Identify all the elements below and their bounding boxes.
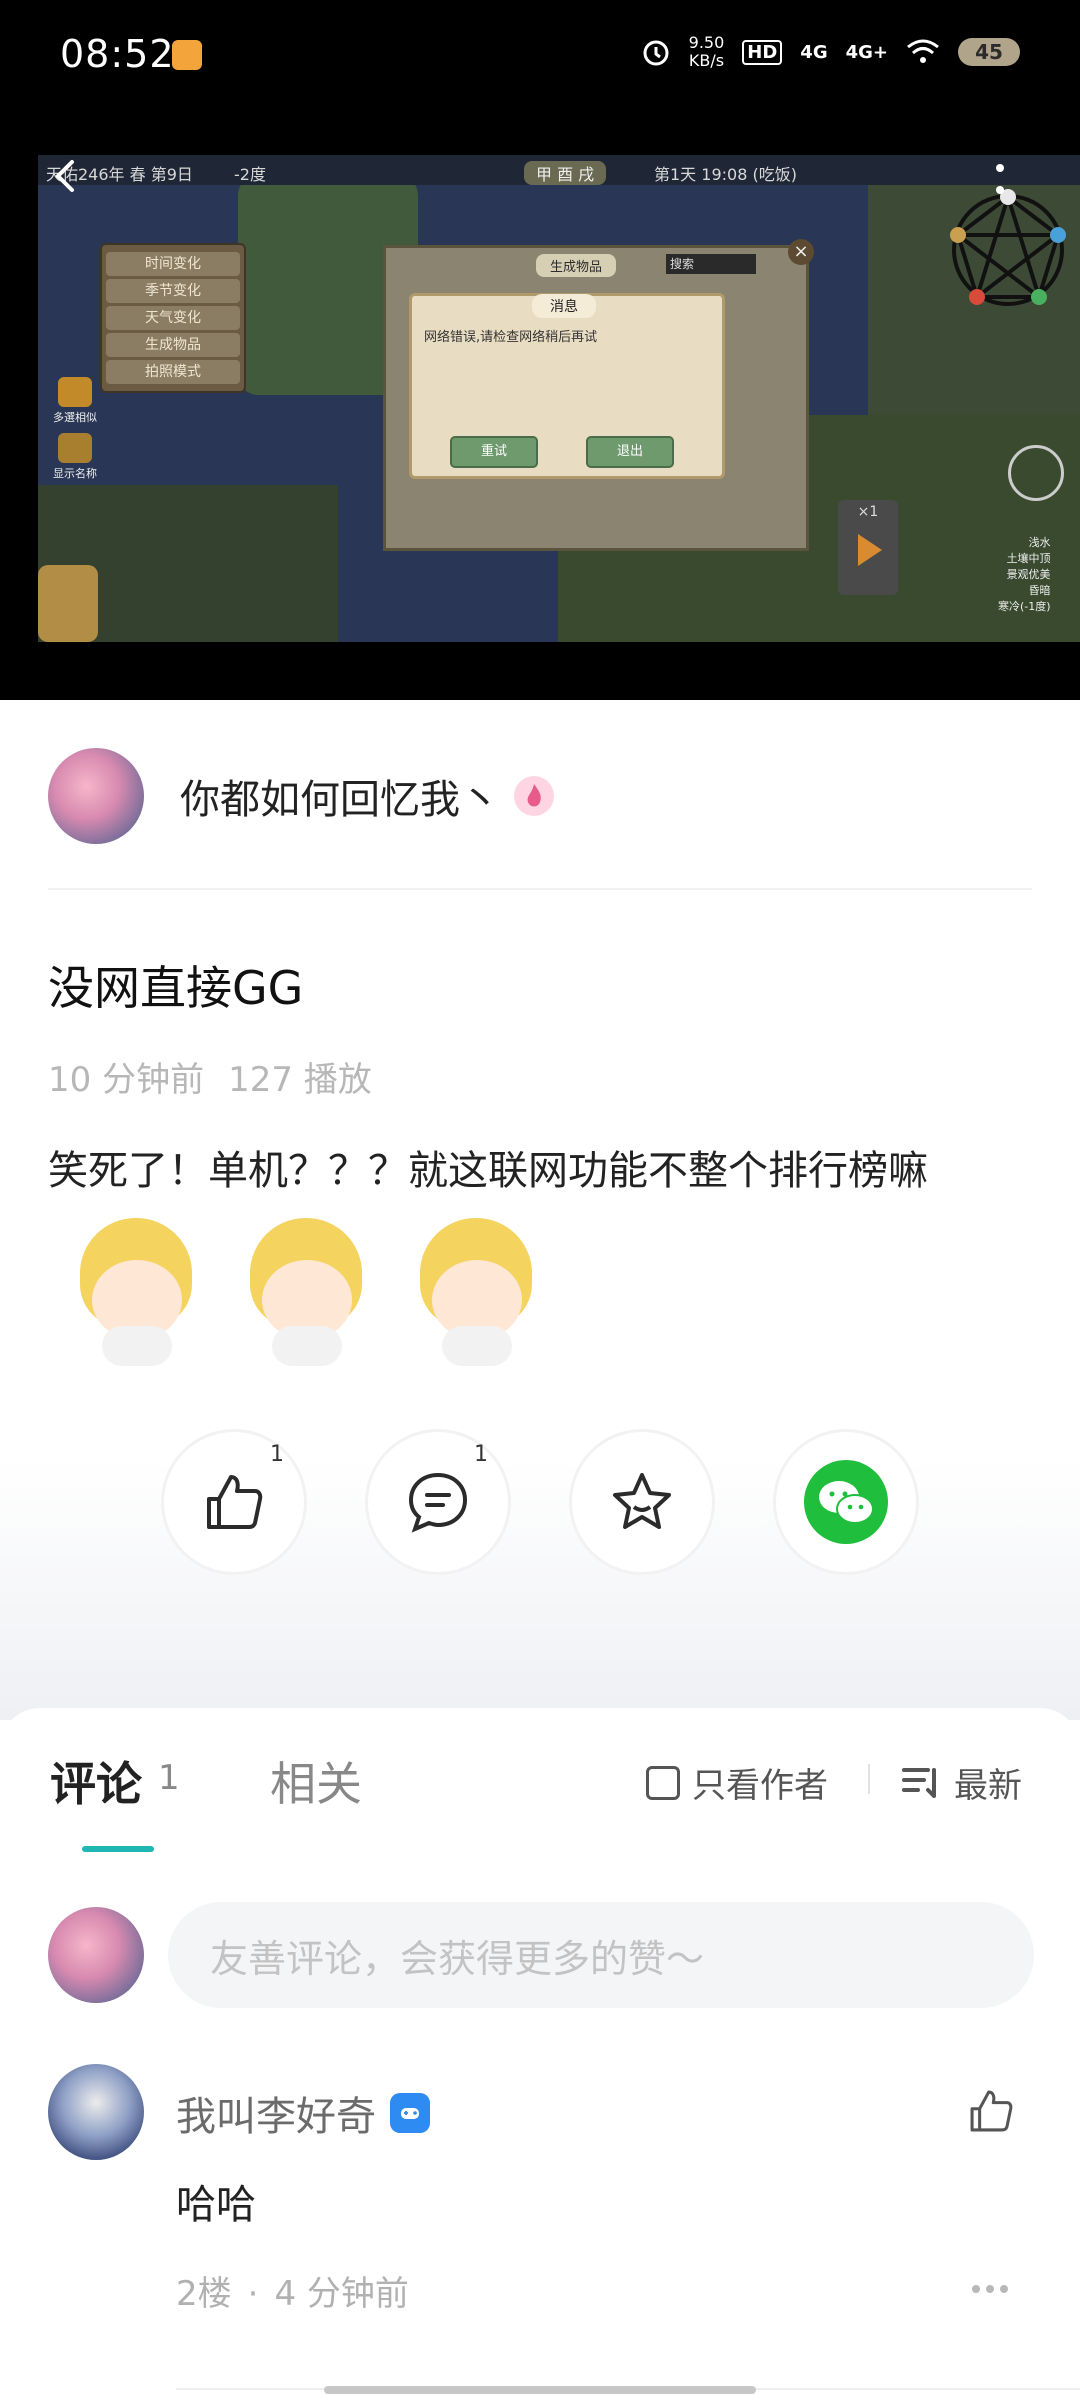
game-screenshot: 天佑246年 春 第9日 -2度 甲 酉 戌 第1天 19:08 (吃饭) 时间… xyxy=(38,155,1080,642)
sort-label: 最新 xyxy=(954,1766,1022,1806)
favorite-button[interactable] xyxy=(572,1432,712,1572)
back-arrow-icon[interactable] xyxy=(48,158,84,194)
app-notification-icon xyxy=(172,40,202,70)
game-temp: -2度 xyxy=(234,165,266,184)
game-menu-item: 天气变化 xyxy=(106,306,240,330)
tab-related[interactable]: 相关 xyxy=(270,1748,362,1814)
game-menu-item: 生成物品 xyxy=(106,333,240,357)
author-name[interactable]: 你都如何回忆我丶 xyxy=(180,767,500,825)
flame-badge-icon xyxy=(514,776,554,816)
game-dialog-message: 网络错误,请检查网络稍后再试 xyxy=(424,330,598,345)
game-dialog: 消息 网络错误,请检查网络稍后再试 重试 退出 xyxy=(409,293,725,479)
game-search: 搜索 xyxy=(666,254,756,274)
divider xyxy=(868,1764,870,1794)
game-exit-button: 退出 xyxy=(586,436,674,468)
gamepad-badge-icon xyxy=(390,2093,430,2133)
game-close-icon: × xyxy=(788,239,814,265)
laughing-sticker-icon xyxy=(392,1208,552,1368)
like-button[interactable]: 1 xyxy=(164,1432,304,1572)
game-top-bar: 天佑246年 春 第9日 -2度 甲 酉 戌 第1天 19:08 (吃饭) xyxy=(38,155,1080,185)
comment-time: 4 分钟前 xyxy=(274,2274,409,2314)
signal-4gplus-icon: 4G+ xyxy=(845,41,888,63)
game-dialog-title: 消息 xyxy=(532,294,596,318)
five-elements-icon xyxy=(950,189,1066,306)
post-author[interactable]: 你都如何回忆我丶 xyxy=(48,748,554,844)
laughing-sticker-icon xyxy=(52,1208,212,1368)
tab-comments[interactable]: 评论 xyxy=(50,1748,142,1814)
comment-text: 哈哈 xyxy=(176,2182,256,2228)
commenter-name: 我叫李好奇 xyxy=(176,2094,376,2140)
divider xyxy=(48,888,1032,890)
my-avatar xyxy=(48,1907,144,2003)
battery-icon: 45 xyxy=(958,38,1020,66)
status-time: 08:52 xyxy=(60,32,175,76)
comment-button[interactable]: 1 xyxy=(368,1432,508,1572)
checkbox-icon xyxy=(646,1765,680,1800)
post-title: 没网直接GG xyxy=(48,961,304,1015)
game-panel-title: 生成物品 xyxy=(536,254,617,277)
alarm-icon xyxy=(643,40,669,66)
home-indicator[interactable] xyxy=(324,2386,756,2394)
post-body: 笑死了！单机？？？就这联网功能不整个排行榜嘛 xyxy=(48,1148,928,1194)
wechat-icon xyxy=(804,1460,888,1544)
status-icons: 9.50 KB/s HD 4G 4G+ 45 xyxy=(641,34,1020,70)
gourd-icon xyxy=(38,565,98,642)
more-options-icon[interactable] xyxy=(996,164,1004,208)
commenter-name-row[interactable]: 我叫李好奇 xyxy=(176,2084,430,2142)
status-bar: 08:52 9.50 KB/s HD 4G 4G+ 45 xyxy=(0,0,1080,150)
net-speed: 9.50 KB/s xyxy=(688,33,725,70)
tab-active-indicator xyxy=(82,1846,154,1852)
game-weather-info: 浅水 土壤中顶 景观优美 昏暗 寒冷(-1度) xyxy=(998,536,1051,613)
game-left-icon: 显示名称 xyxy=(50,433,100,481)
game-panel: 生成物品 搜索 消息 网络错误,请检查网络稍后再试 重试 退出 xyxy=(383,245,809,551)
thumbs-up-icon xyxy=(207,1475,263,1529)
game-menu: 时间变化 季节变化 天气变化 生成物品 拍照模式 xyxy=(100,243,246,393)
action-bar: 1 1 xyxy=(164,1432,916,1572)
comment-more-icon[interactable] xyxy=(972,2278,1014,2297)
laughing-sticker-icon xyxy=(222,1208,382,1368)
video-player[interactable]: 天佑246年 春 第9日 -2度 甲 酉 戌 第1天 19:08 (吃饭) 时间… xyxy=(0,150,1080,700)
signal-4g-icon: 4G xyxy=(800,41,828,63)
game-menu-item: 时间变化 xyxy=(106,252,240,276)
game-left-icon: 多選相似 xyxy=(50,377,100,425)
only-author-label: 只看作者 xyxy=(692,1766,828,1806)
game-tag: 甲 酉 戌 xyxy=(524,161,607,185)
wifi-icon xyxy=(907,39,939,63)
game-menu-item: 季节变化 xyxy=(106,279,240,303)
wechat-share-button[interactable] xyxy=(776,1432,916,1572)
comments-section: 评论 1 相关 只看作者 最新 友善评论，会获得更多的赞～ 我叫李好奇 哈哈 2… xyxy=(0,1708,1080,2400)
post-meta: 10 分钟前 127 播放 xyxy=(48,1052,372,1101)
comment-floor: 2楼 xyxy=(176,2274,232,2314)
comment-icon xyxy=(408,1472,468,1533)
sort-toggle[interactable]: 最新 xyxy=(902,1758,1022,1807)
sticker-row xyxy=(52,1208,552,1368)
comment-input[interactable]: 友善评论，会获得更多的赞～ xyxy=(168,1902,1034,2008)
author-avatar[interactable] xyxy=(48,748,144,844)
only-author-toggle[interactable]: 只看作者 xyxy=(646,1758,828,1807)
game-menu-item: 拍照模式 xyxy=(106,360,240,384)
comment-input-row: 友善评论，会获得更多的赞～ xyxy=(48,1902,1034,2008)
star-icon xyxy=(613,1473,671,1529)
like-count: 1 xyxy=(270,1442,284,1467)
tab-comments-count: 1 xyxy=(158,1758,180,1798)
game-retry-button: 重试 xyxy=(450,436,538,468)
post-plays: 127 播放 xyxy=(228,1060,372,1100)
commenter-avatar[interactable] xyxy=(48,2064,144,2160)
post-time: 10 分钟前 xyxy=(48,1060,205,1100)
sort-icon xyxy=(902,1767,936,1798)
game-undo-icon xyxy=(1008,445,1064,501)
comment-like-icon[interactable] xyxy=(966,2086,1016,2136)
hd-icon: HD xyxy=(742,39,783,65)
comment-count: 1 xyxy=(474,1442,488,1467)
game-speed-control: ×1 xyxy=(838,500,898,595)
comment-meta: 2楼 · 4 分钟前 xyxy=(176,2274,409,2314)
game-day: 第1天 19:08 (吃饭) xyxy=(654,165,797,184)
